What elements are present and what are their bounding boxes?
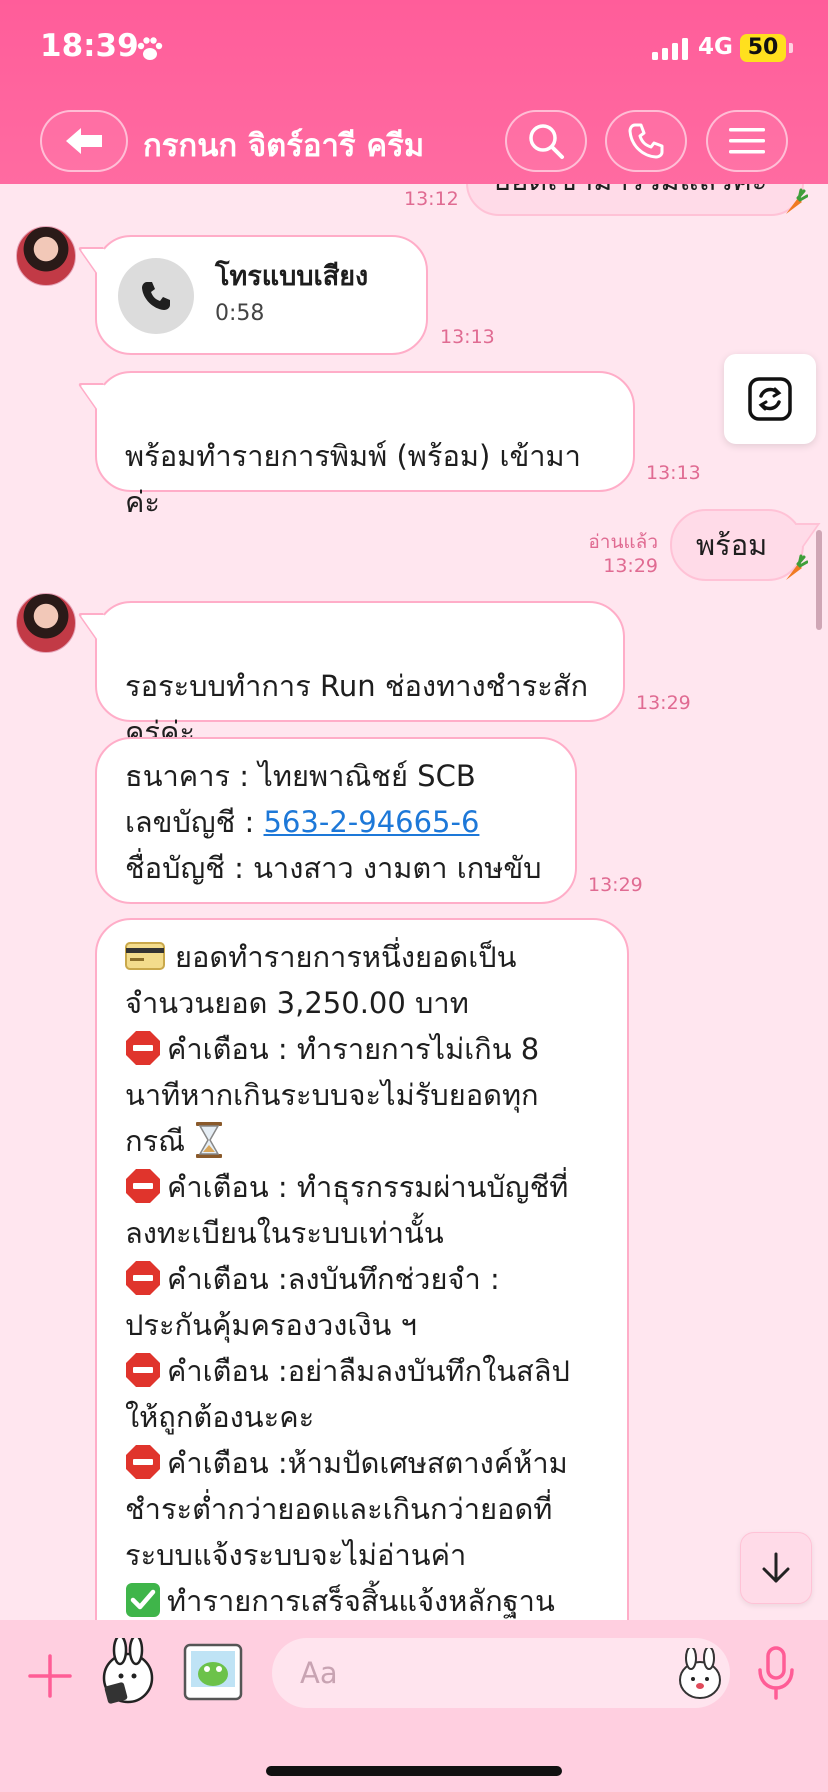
sticker-face-icon[interactable]: [676, 1648, 724, 1700]
warning-text: คำเตือน :ห้ามปัดเศษสตางค์ห้าม ชำระต่ำกว่…: [125, 1446, 568, 1572]
account-name-line: ชื่อบัญชี : นางสาว งามตา เกษขับ: [125, 851, 542, 885]
chat-header: 18:39 4G 50 กรกนก จิตร์อารี ครีม: [0, 0, 828, 184]
stop-sign-icon: [126, 1261, 160, 1295]
status-time: 18:39: [40, 28, 139, 64]
avatar[interactable]: [16, 593, 76, 653]
phone-icon: [628, 123, 664, 159]
message-time: 13:29: [603, 555, 658, 577]
menu-button[interactable]: [706, 110, 788, 172]
network-type: 4G: [698, 34, 733, 60]
amount-paragraph: ยอดทำรายการหนึ่งยอดเป็น จำนวนยอด 3,250.0…: [125, 934, 599, 1026]
call-icon-circle: [118, 258, 194, 334]
call-duration: 0:58: [215, 301, 265, 326]
warning-text: คำเตือน :ลงบันทึกช่วยจำ : ประกันคุ้มครอง…: [125, 1262, 500, 1342]
hourglass-icon: [196, 1122, 223, 1158]
warning-text: คำเตือน : ทำรายการไม่เกิน 8 นาทีหากเกินร…: [125, 1032, 540, 1158]
chat-title: กรกนก จิตร์อารี ครีม: [143, 128, 425, 164]
battery-tip: [789, 43, 793, 53]
avatar[interactable]: [16, 226, 76, 286]
carrot-icon: [786, 554, 808, 580]
check-icon: [126, 1583, 160, 1617]
call-button[interactable]: [605, 110, 687, 172]
outgoing-message[interactable]: ยอดเข้ามาร่วมแล้วค่ะ: [466, 184, 804, 216]
warning-text: คำเตือน :อย่าลืมลงบันทึกในสลิป ให้ถูกต้อ…: [125, 1354, 570, 1434]
read-receipt: อ่านแล้ว 13:29: [584, 530, 658, 578]
message-time: 13:12: [404, 188, 459, 210]
image-icon[interactable]: [182, 1642, 244, 1702]
scroll-indicator[interactable]: [816, 530, 822, 630]
chat-scroll-area[interactable]: ยอดเข้ามาร่วมแล้วค่ะ 13:12 โทรแบบเสียง 0…: [0, 184, 828, 1620]
warning-paragraph: คำเตือน : ทำรายการไม่เกิน 8 นาทีหากเกินร…: [125, 1026, 599, 1164]
done-paragraph: ทำรายการเสร็จสิ้นแจ้งหลักฐาน: [125, 1578, 599, 1620]
sticker-icon[interactable]: [98, 1638, 164, 1708]
back-arrow-icon: [66, 128, 102, 154]
warning-paragraph: คำเตือน : ทำธุรกรรมผ่านบัญชีที่ ลงทะเบีย…: [125, 1164, 599, 1256]
translate-toggle-button[interactable]: [724, 354, 816, 444]
carrot-icon: [786, 188, 808, 214]
account-label: เลขบัญชี :: [125, 805, 264, 839]
chat-content: ยอดเข้ามาร่วมแล้วค่ะ 13:12 โทรแบบเสียง 0…: [0, 184, 828, 1620]
battery-level: 50: [740, 34, 786, 62]
paw-icon: [137, 37, 163, 60]
menu-icon: [729, 128, 765, 154]
scroll-to-bottom-button[interactable]: [740, 1532, 812, 1604]
incoming-message[interactable]: รอระบบทำการ Run ช่องทางชำระสัก ครู่ค่ะ: [95, 601, 625, 749]
signal-icon: [652, 38, 688, 60]
warning-paragraph: คำเตือน :ห้ามปัดเศษสตางค์ห้าม ชำระต่ำกว่…: [125, 1440, 599, 1578]
message-time: 13:29: [636, 692, 691, 714]
stop-sign-icon: [126, 1353, 160, 1387]
arrow-down-icon: [762, 1552, 790, 1583]
warning-text: คำเตือน : ทำธุรกรรมผ่านบัญชีที่ ลงทะเบีย…: [125, 1170, 569, 1250]
message-text: พร้อม: [696, 528, 768, 562]
mic-icon[interactable]: [756, 1646, 796, 1702]
home-indicator[interactable]: [266, 1766, 562, 1776]
done-text: ทำรายการเสร็จสิ้นแจ้งหลักฐาน: [167, 1584, 555, 1618]
message-input[interactable]: Aa: [272, 1638, 730, 1708]
message-text: ยอดเข้ามาร่วมแล้วค่ะ: [494, 184, 767, 197]
account-line: เลขบัญชี : 563-2-94665-6: [125, 799, 547, 845]
bank-info-message[interactable]: ธนาคาร : ไทยพาณิชย์ SCB เลขบัญชี : 563-2…: [95, 737, 577, 904]
back-button[interactable]: [40, 110, 128, 172]
stop-sign-icon: [126, 1031, 160, 1065]
instruction-message[interactable]: ยอดทำรายการหนึ่งยอดเป็น จำนวนยอด 3,250.0…: [95, 918, 629, 1620]
account-number-link[interactable]: 563-2-94665-6: [264, 805, 480, 839]
amount-text: ยอดทำรายการหนึ่งยอดเป็น จำนวนยอด 3,250.0…: [125, 940, 517, 1020]
refresh-icon: [748, 377, 792, 421]
call-title: โทรแบบเสียง: [215, 261, 369, 292]
message-time: 13:29: [588, 874, 643, 896]
search-button[interactable]: [505, 110, 587, 172]
message-time: 13:13: [646, 462, 701, 484]
warning-paragraph: คำเตือน :ลงบันทึกช่วยจำ : ประกันคุ้มครอง…: [125, 1256, 599, 1348]
stop-sign-icon: [126, 1445, 160, 1479]
bank-line: ธนาคาร : ไทยพาณิชย์ SCB: [125, 759, 476, 793]
message-text: พร้อมทำรายการพิมพ์ (พร้อม) เข้ามา ค่ะ: [125, 439, 581, 519]
plus-icon[interactable]: [28, 1654, 72, 1698]
phone-icon: [142, 282, 170, 310]
warning-paragraph: คำเตือน :อย่าลืมลงบันทึกในสลิป ให้ถูกต้อ…: [125, 1348, 599, 1440]
credit-card-icon: [125, 942, 165, 970]
incoming-message[interactable]: พร้อมทำรายการพิมพ์ (พร้อม) เข้ามา ค่ะ: [95, 371, 635, 519]
stop-sign-icon: [126, 1169, 160, 1203]
search-icon: [529, 124, 564, 159]
read-label: อ่านแล้ว: [588, 531, 658, 553]
message-time: 13:13: [440, 326, 495, 348]
